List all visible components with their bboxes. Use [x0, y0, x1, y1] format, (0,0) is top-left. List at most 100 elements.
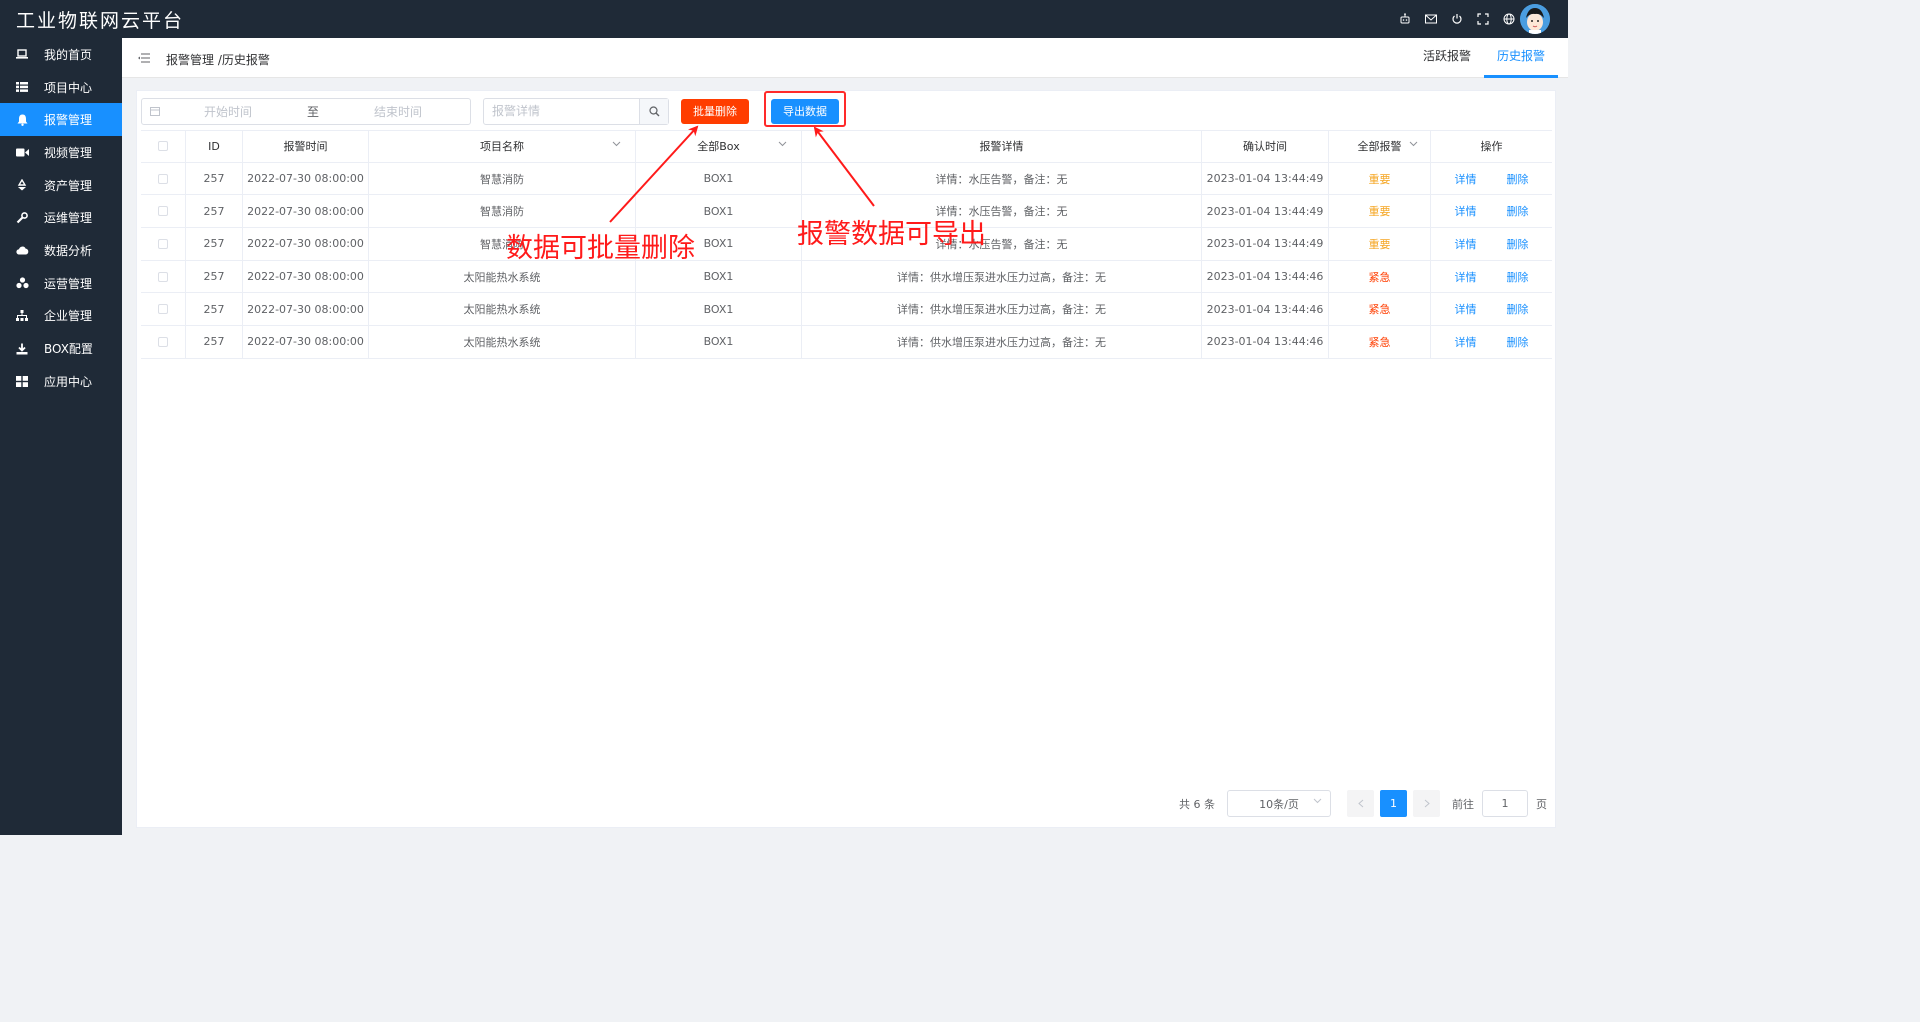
page-size-select[interactable]: 10条/页 [1227, 790, 1331, 817]
cell-alarm-time: 2022-07-30 08:00:00 [243, 260, 369, 293]
date-range-picker[interactable]: 开始时间 至 结束时间 [141, 97, 471, 125]
goto-page-input[interactable]: 1 [1482, 790, 1528, 817]
sidebar-item-label: 数据分析 [44, 243, 93, 258]
detail-link[interactable]: 详情 [1455, 203, 1477, 219]
sidebar-item-assets[interactable]: 资产管理 [0, 169, 122, 202]
page-number-current[interactable]: 1 [1380, 790, 1407, 817]
end-time-input[interactable]: 结束时间 [338, 103, 458, 120]
row-checkbox[interactable] [158, 173, 168, 184]
search-button[interactable] [639, 98, 668, 124]
cell-alarm-time: 2022-07-30 08:00:00 [243, 195, 369, 228]
sidebar-item-video[interactable]: 视频管理 [0, 136, 122, 169]
header-level-label: 全部报警 [1357, 140, 1402, 154]
delete-link[interactable]: 删除 [1507, 203, 1529, 219]
total-count: 共 6 条 [1179, 797, 1215, 811]
cell-box: BOX1 [636, 228, 802, 260]
delete-link[interactable]: 删除 [1507, 269, 1529, 285]
table-row: 257 2022-07-30 08:00:00 太阳能热水系统 BOX1 详情：… [141, 293, 1552, 327]
cell-level: 紧急 [1329, 293, 1431, 326]
row-checkbox[interactable] [158, 206, 168, 217]
select-all-checkbox[interactable] [158, 141, 168, 152]
search-input[interactable] [484, 98, 639, 124]
calendar-icon [142, 106, 168, 116]
detail-link[interactable]: 详情 [1455, 171, 1477, 187]
header-project[interactable]: 项目名称 [369, 131, 636, 162]
cell-id: 257 [186, 326, 243, 358]
cell-detail: 详情：水压告警，备注：无 [802, 195, 1202, 228]
robot-icon[interactable] [1398, 12, 1412, 26]
batch-delete-button[interactable]: 批量删除 [681, 98, 749, 124]
row-checkbox[interactable] [158, 336, 168, 347]
next-page-button[interactable] [1413, 790, 1440, 817]
sidebar-item-maintenance[interactable]: 运维管理 [0, 201, 122, 234]
header-level[interactable]: 全部报警 [1329, 131, 1431, 162]
header-box[interactable]: 全部Box [636, 131, 802, 162]
row-checkbox[interactable] [158, 271, 168, 282]
cell-detail: 详情：水压告警，备注：无 [802, 162, 1202, 195]
sidebar-item-label: 运维管理 [44, 211, 93, 226]
cell-project: 太阳能热水系统 [369, 326, 636, 358]
sidebar-item-label: 运营管理 [44, 276, 93, 291]
cell-project: 太阳能热水系统 [369, 260, 636, 293]
start-time-input[interactable]: 开始时间 [168, 103, 288, 120]
detail-link[interactable]: 详情 [1455, 334, 1477, 350]
delete-link[interactable]: 删除 [1507, 301, 1529, 317]
cell-project: 智慧消防 [369, 162, 636, 195]
cell-id: 257 [186, 195, 243, 228]
header-box-label: 全部Box [697, 140, 740, 154]
page-size-value: 10条/页 [1259, 797, 1299, 811]
export-data-button[interactable]: 导出数据 [771, 98, 839, 124]
detail-link[interactable]: 详情 [1455, 301, 1477, 317]
row-checkbox[interactable] [158, 238, 168, 249]
sidebar-item-projects[interactable]: 项目中心 [0, 71, 122, 104]
delete-link[interactable]: 删除 [1507, 171, 1529, 187]
prev-page-button[interactable] [1347, 790, 1374, 817]
sidebar-item-app-center[interactable]: 应用中心 [0, 365, 122, 398]
header-alarm-time: 报警时间 [243, 131, 369, 162]
cell-detail: 详情：水压告警，备注：无 [802, 228, 1202, 260]
sidebar-item-home[interactable]: 我的首页 [0, 38, 122, 71]
search-box [483, 97, 669, 125]
fullscreen-icon[interactable] [1476, 12, 1490, 26]
power-icon[interactable] [1450, 12, 1464, 26]
cell-detail: 详情：供水增压泵进水压力过高，备注：无 [802, 293, 1202, 326]
sidebar-item-enterprise[interactable]: 企业管理 [0, 300, 122, 333]
detail-link[interactable]: 详情 [1455, 236, 1477, 252]
row-checkbox[interactable] [158, 304, 168, 315]
sidebar-item-label: 资产管理 [44, 178, 93, 193]
cell-id: 257 [186, 260, 243, 293]
breadcrumb: 报警管理 /历史报警 [166, 53, 270, 67]
delete-link[interactable]: 删除 [1507, 236, 1529, 252]
menu-fold-icon[interactable] [138, 52, 150, 66]
cell-box: BOX1 [636, 326, 802, 358]
delete-link[interactable]: 删除 [1507, 334, 1529, 350]
cell-level: 重要 [1329, 228, 1431, 260]
sidebar-item-operations[interactable]: 运营管理 [0, 267, 122, 300]
sidebar-item-box-config[interactable]: BOX配置 [0, 332, 122, 365]
cell-box: BOX1 [636, 260, 802, 293]
cell-level: 重要 [1329, 162, 1431, 195]
globe-icon[interactable] [1502, 12, 1516, 26]
cell-level: 紧急 [1329, 326, 1431, 358]
sidebar-item-label: 视频管理 [44, 145, 93, 160]
chevron-down-icon [612, 141, 621, 147]
avatar[interactable] [1520, 4, 1550, 34]
cell-id: 257 [186, 228, 243, 260]
pagination: 共 6 条 10条/页 1 前往 1 页 [1179, 790, 1547, 817]
tab-active-alarms[interactable]: 活跃报警 [1410, 38, 1484, 78]
table-row: 257 2022-07-30 08:00:00 智慧消防 BOX1 详情：水压告… [141, 162, 1552, 196]
main-content: 报警管理 /历史报警 活跃报警 历史报警 开始时间 至 结束时间 批量删除 [122, 38, 1568, 835]
tab-history-alarms[interactable]: 历史报警 [1484, 38, 1558, 78]
header-detail: 报警详情 [802, 131, 1202, 162]
sidebar-item-alarms[interactable]: 报警管理 [0, 103, 122, 137]
header-id: ID [186, 131, 243, 162]
wrench-icon [0, 211, 44, 224]
cell-level: 重要 [1329, 195, 1431, 228]
cell-confirm-time: 2023-01-04 13:44:49 [1202, 228, 1329, 260]
mail-icon[interactable] [1424, 12, 1438, 26]
detail-link[interactable]: 详情 [1455, 269, 1477, 285]
sidebar-item-analytics[interactable]: 数据分析 [0, 234, 122, 267]
top-bar: 工业物联网云平台 [0, 0, 1568, 38]
header-confirm-time: 确认时间 [1202, 131, 1329, 162]
table-row: 257 2022-07-30 08:00:00 太阳能热水系统 BOX1 详情：… [141, 260, 1552, 294]
